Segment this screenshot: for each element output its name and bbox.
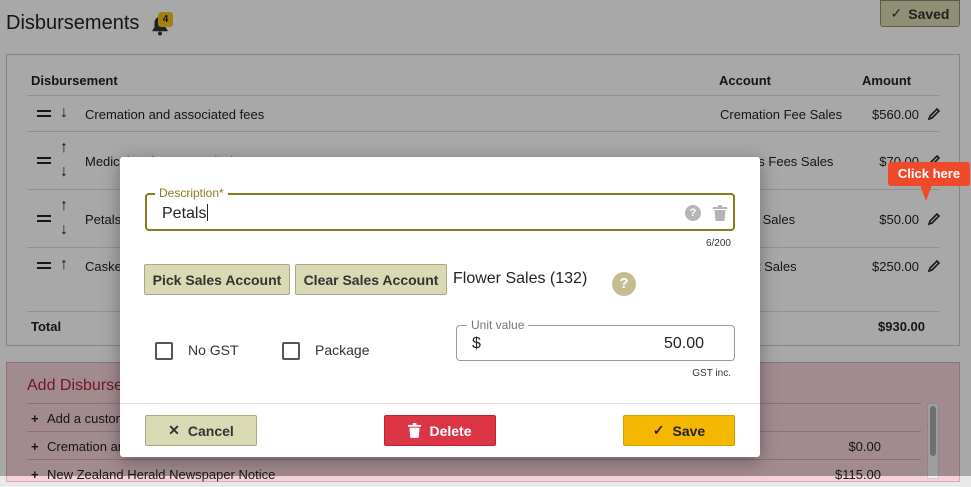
- pick-sales-account-button[interactable]: Pick Sales Account: [144, 264, 290, 295]
- gst-inclusive-note: GST inc.: [692, 368, 731, 379]
- help-icon[interactable]: ?: [685, 205, 701, 221]
- package-checkbox[interactable]: [282, 342, 300, 360]
- text-caret: [207, 204, 209, 221]
- save-label: Save: [672, 422, 706, 439]
- trash-icon: [408, 423, 422, 438]
- delete-button[interactable]: Delete: [384, 415, 496, 446]
- currency-prefix: $: [472, 335, 481, 352]
- description-label: Description*: [155, 186, 228, 200]
- save-button[interactable]: ✓ Save: [623, 415, 735, 446]
- description-input[interactable]: Petals: [162, 204, 209, 223]
- edit-disbursement-dialog: Petals ? Description* 6/200 Pick Sales A…: [120, 157, 760, 457]
- description-field[interactable]: Petals ?: [145, 193, 735, 231]
- sales-account-name: Flower Sales (132): [453, 270, 588, 287]
- footer-divider: [120, 403, 760, 404]
- click-here-callout: Click here: [888, 162, 970, 186]
- no-gst-checkbox[interactable]: [155, 342, 173, 360]
- description-value: Petals: [162, 205, 207, 222]
- character-counter: 6/200: [705, 238, 731, 249]
- no-gst-label: No GST: [188, 342, 239, 358]
- cancel-button[interactable]: ✕ Cancel: [145, 415, 257, 446]
- package-label: Package: [315, 342, 370, 358]
- check-icon: ✓: [652, 422, 665, 438]
- delete-label: Delete: [429, 422, 472, 439]
- unit-value-input[interactable]: 50.00: [664, 335, 704, 353]
- cancel-label: Cancel: [187, 422, 234, 439]
- clear-sales-account-button[interactable]: Clear Sales Account: [295, 264, 447, 295]
- help-icon[interactable]: ?: [612, 272, 636, 296]
- trash-icon[interactable]: [713, 205, 727, 221]
- close-icon: ✕: [168, 422, 180, 438]
- unit-value-label: Unit value: [467, 318, 529, 332]
- callout-pointer: [920, 185, 932, 201]
